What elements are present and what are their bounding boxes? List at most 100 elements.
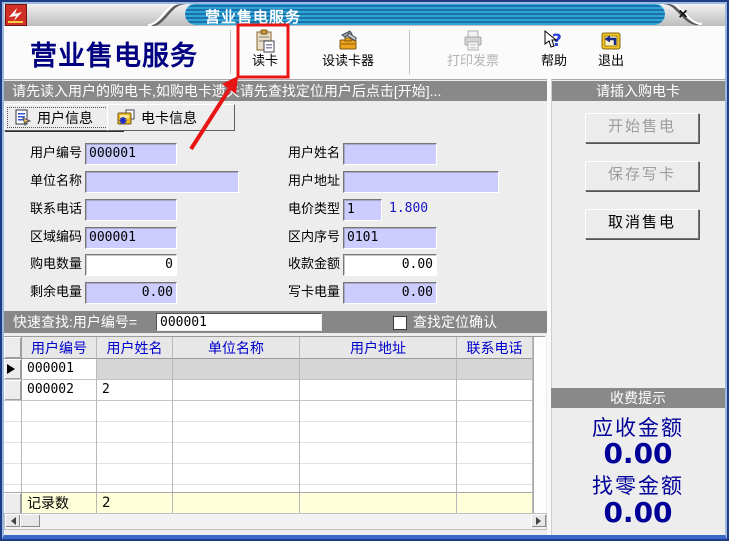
table-empty-area xyxy=(173,401,300,492)
write-qty-field[interactable] xyxy=(343,282,437,304)
cancel-sale-button[interactable]: 取消售电 xyxy=(585,209,699,239)
table-cell[interactable] xyxy=(457,380,533,401)
column-header[interactable]: 单位名称 xyxy=(173,337,300,359)
toolbar-separator xyxy=(230,30,231,74)
insert-card-prompt: 请插入购电卡 xyxy=(551,81,725,101)
set-reader-icon xyxy=(336,29,360,53)
tab-card-info[interactable]: 电卡信息 xyxy=(107,104,235,131)
quick-search-input[interactable] xyxy=(156,313,322,331)
record-count-value: 2 xyxy=(97,492,173,514)
field-label: 收款金额 xyxy=(276,254,340,274)
scroll-left-icon xyxy=(7,517,16,525)
instruction-statusbar: 请先读入用户的购电卡,如购电卡遗失请先查找定位用户后点击[开始]... xyxy=(4,81,547,101)
titlebar: 营业售电服务 × xyxy=(2,2,727,26)
unit-name-field[interactable] xyxy=(85,171,239,193)
app-window: 营业售电服务 × 营业售电服务 读卡 xyxy=(0,0,729,541)
area-code-field[interactable] xyxy=(85,227,177,249)
table-cell[interactable] xyxy=(97,359,173,380)
table-empty-area xyxy=(300,401,457,492)
price-type-field[interactable] xyxy=(343,199,382,221)
field-label: 电价类型 xyxy=(276,199,340,219)
receivable-amount-value: 0.00 xyxy=(551,437,725,470)
close-button[interactable]: × xyxy=(673,5,693,24)
user-addr-field[interactable] xyxy=(343,171,499,193)
scroll-left-button[interactable] xyxy=(5,514,20,527)
help-button[interactable]: ? 帮助 xyxy=(528,29,580,77)
scroll-right-button[interactable] xyxy=(531,514,546,527)
field-label: 区域编码 xyxy=(18,227,82,247)
field-label: 写卡电量 xyxy=(276,282,340,302)
table-cell[interactable] xyxy=(173,380,300,401)
table-vertical-scrollbar[interactable] xyxy=(533,337,546,514)
set-reader-button[interactable]: 设读卡器 xyxy=(302,29,394,77)
window-title: 营业售电服务 xyxy=(205,6,301,27)
card-info-tab-icon xyxy=(117,109,135,126)
start-sale-button[interactable]: 开始售电 xyxy=(585,113,699,143)
row-selector[interactable] xyxy=(4,380,22,401)
table-cell[interactable] xyxy=(300,359,457,380)
field-label: 区内序号 xyxy=(276,227,340,247)
column-header[interactable]: 用户地址 xyxy=(300,337,457,359)
change-amount-value: 0.00 xyxy=(551,496,725,529)
field-label: 用户编号 xyxy=(18,143,82,163)
locate-confirm-checkbox[interactable] xyxy=(393,316,407,330)
table-cell[interactable]: 000001 xyxy=(22,359,97,380)
record-count-label: 记录数 xyxy=(22,492,97,514)
field-label: 用户姓名 xyxy=(276,143,340,163)
footer-selector-cell xyxy=(4,492,22,514)
page-title: 营业售电服务 xyxy=(30,34,198,73)
table-cell[interactable]: 2 xyxy=(97,380,173,401)
table-cell[interactable] xyxy=(457,359,533,380)
field-label: 购电数量 xyxy=(18,254,82,274)
field-label: 剩余电量 xyxy=(18,282,82,302)
footer-cell xyxy=(300,492,457,514)
fee-notice-header: 收费提示 xyxy=(551,388,725,408)
help-icon: ? xyxy=(542,29,566,53)
user-no-field[interactable] xyxy=(85,143,177,165)
user-name-field[interactable] xyxy=(343,143,437,165)
exit-icon xyxy=(599,29,623,53)
column-header[interactable]: 用户姓名 xyxy=(97,337,173,359)
print-invoice-icon xyxy=(461,29,485,53)
instruction-text: 请先读入用户的购电卡,如购电卡遗失请先查找定位用户后点击[开始]... xyxy=(4,83,441,99)
print-invoice-button[interactable]: 打印发票 xyxy=(426,29,520,77)
read-card-button[interactable]: 读卡 xyxy=(241,29,289,77)
table-horizontal-scrollbar[interactable] xyxy=(4,513,547,530)
user-info-tab-icon xyxy=(14,109,31,126)
amount-field[interactable] xyxy=(343,254,437,276)
tab-label: 用户信息 xyxy=(37,108,93,128)
save-write-card-button[interactable]: 保存写卡 xyxy=(585,161,699,191)
user-table: 用户编号 用户姓名 单位名称 用户地址 联系电话 000001 000002 2… xyxy=(4,336,545,514)
column-header[interactable]: 联系电话 xyxy=(457,337,533,359)
tab-user-info[interactable]: 用户信息 xyxy=(4,104,123,131)
table-cell[interactable]: 000002 xyxy=(22,380,97,401)
phone-field[interactable] xyxy=(85,199,177,221)
table-empty-area xyxy=(97,401,173,492)
tab-label: 电卡信息 xyxy=(141,108,197,128)
quick-search-bar: 快速查找:用户编号= 查找定位确认 xyxy=(4,311,547,333)
read-card-icon xyxy=(253,29,277,53)
footer-cell xyxy=(457,492,533,514)
remain-qty-field[interactable] xyxy=(85,282,177,304)
table-cell[interactable] xyxy=(173,359,300,380)
exit-button[interactable]: 退出 xyxy=(585,29,637,77)
table-empty-area xyxy=(457,401,533,492)
toolbar: 营业售电服务 读卡 设读卡器 xyxy=(2,26,727,80)
field-label: 单位名称 xyxy=(18,171,82,191)
table-corner-cell xyxy=(4,337,22,359)
field-label: 联系电话 xyxy=(18,199,82,219)
scroll-right-icon xyxy=(536,517,545,525)
quick-search-label: 快速查找:用户编号= xyxy=(13,311,137,333)
area-seq-field[interactable] xyxy=(343,227,437,249)
scrollbar-thumb[interactable] xyxy=(20,514,40,527)
column-header[interactable]: 用户编号 xyxy=(22,337,97,359)
footer-cell xyxy=(173,492,300,514)
title-pill: 营业售电服务 xyxy=(185,3,665,25)
table-empty-area xyxy=(22,401,97,492)
buy-qty-field[interactable] xyxy=(85,254,177,276)
price-value: 1.800 xyxy=(389,199,428,219)
row-selector[interactable] xyxy=(4,359,22,380)
table-empty-area xyxy=(4,401,22,492)
table-cell[interactable] xyxy=(300,380,457,401)
locate-confirm-label: 查找定位确认 xyxy=(413,311,497,333)
